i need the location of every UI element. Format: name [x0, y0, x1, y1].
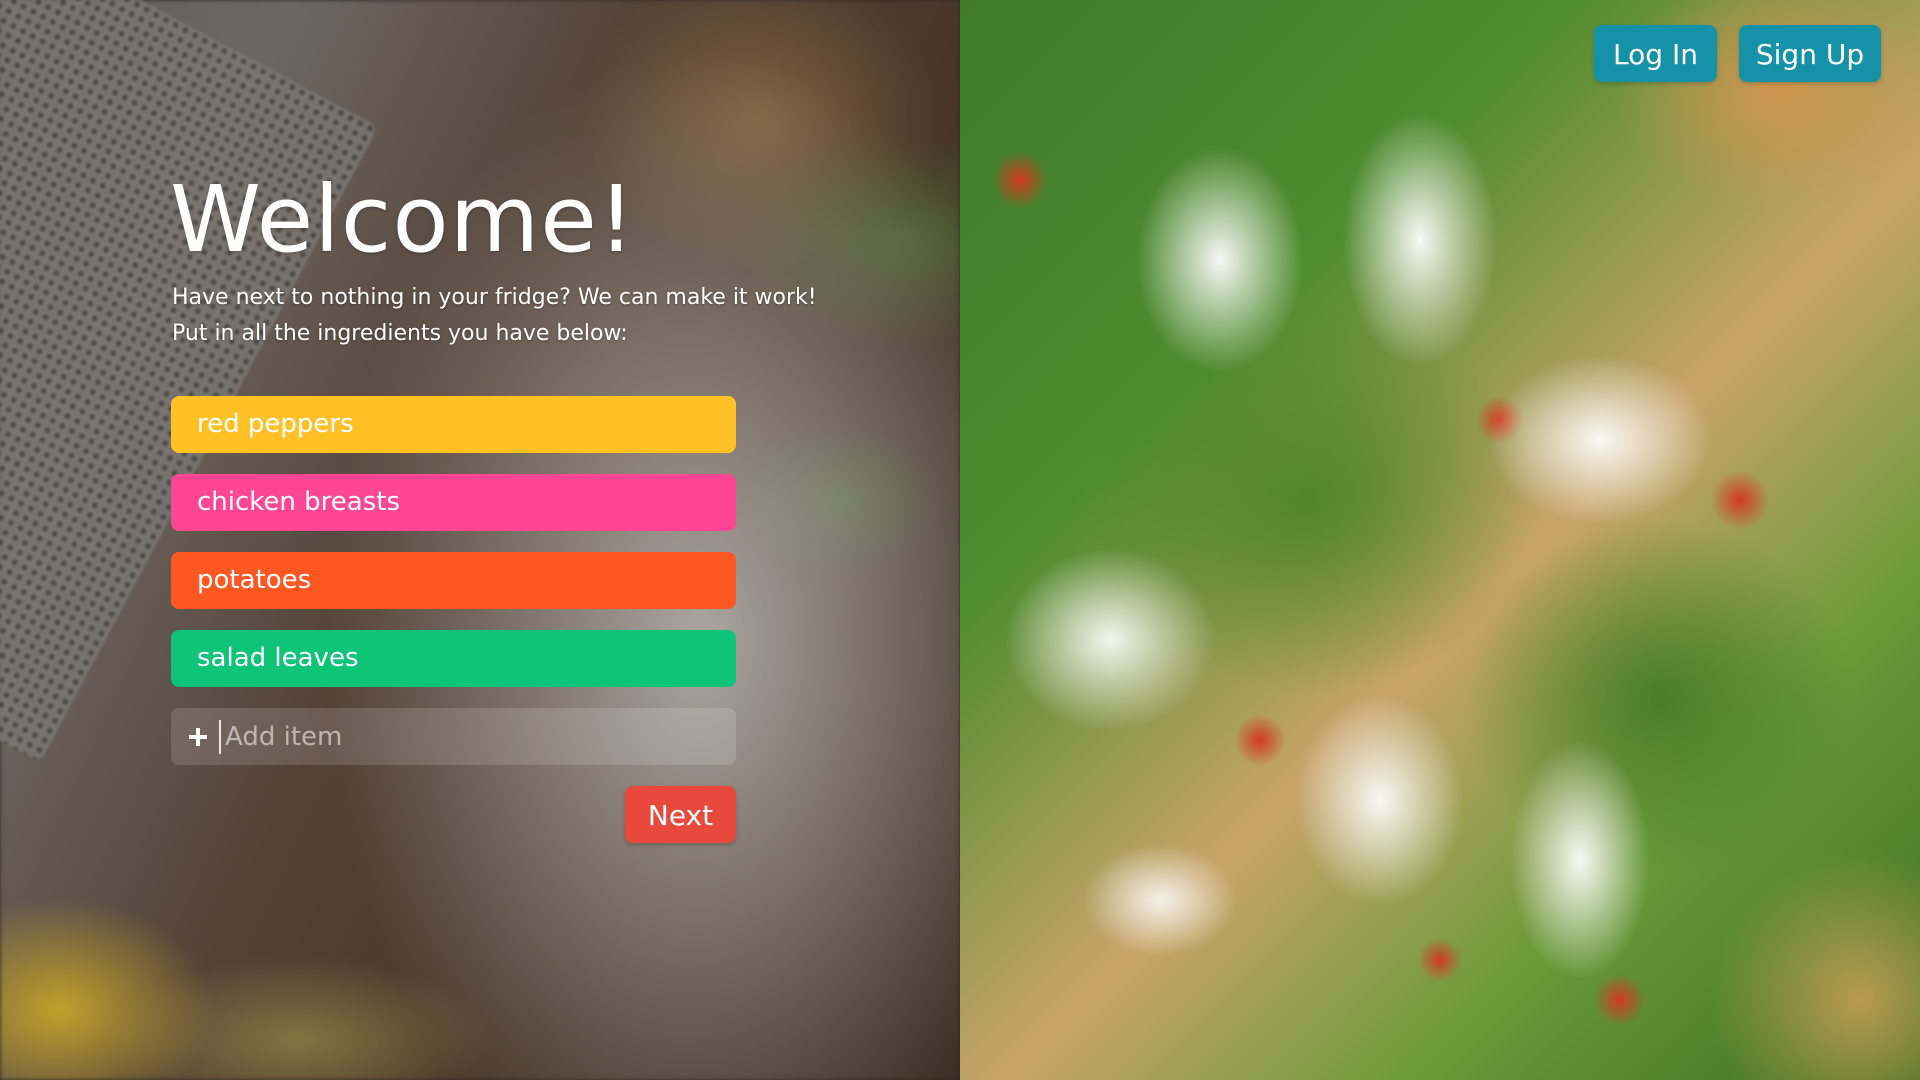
background-overlay [0, 0, 960, 1080]
pizza-photo [960, 0, 1920, 1080]
subtitle: Have next to nothing in your fridge? We … [172, 280, 817, 352]
signup-button[interactable]: Sign Up [1739, 25, 1881, 82]
login-button[interactable]: Log In [1594, 25, 1717, 82]
ingredient-item-potatoes[interactable]: potatoes [171, 552, 736, 609]
add-item-row[interactable] [171, 708, 736, 765]
ingredient-item-chicken-breasts[interactable]: chicken breasts [171, 474, 736, 531]
add-item-input[interactable] [219, 719, 707, 754]
subtitle-line-1: Have next to nothing in your fridge? We … [172, 285, 817, 310]
plus-icon[interactable] [189, 727, 207, 746]
ingredient-item-salad-leaves[interactable]: salad leaves [171, 630, 736, 687]
page-title: Welcome! [170, 166, 636, 273]
page: Log In Sign Up Welcome! Have next to not… [0, 0, 1920, 1080]
subtitle-line-2: Put in all the ingredients you have belo… [172, 321, 628, 346]
next-button[interactable]: Next [625, 786, 736, 843]
ingredient-item-red-peppers[interactable]: red peppers [171, 396, 736, 453]
